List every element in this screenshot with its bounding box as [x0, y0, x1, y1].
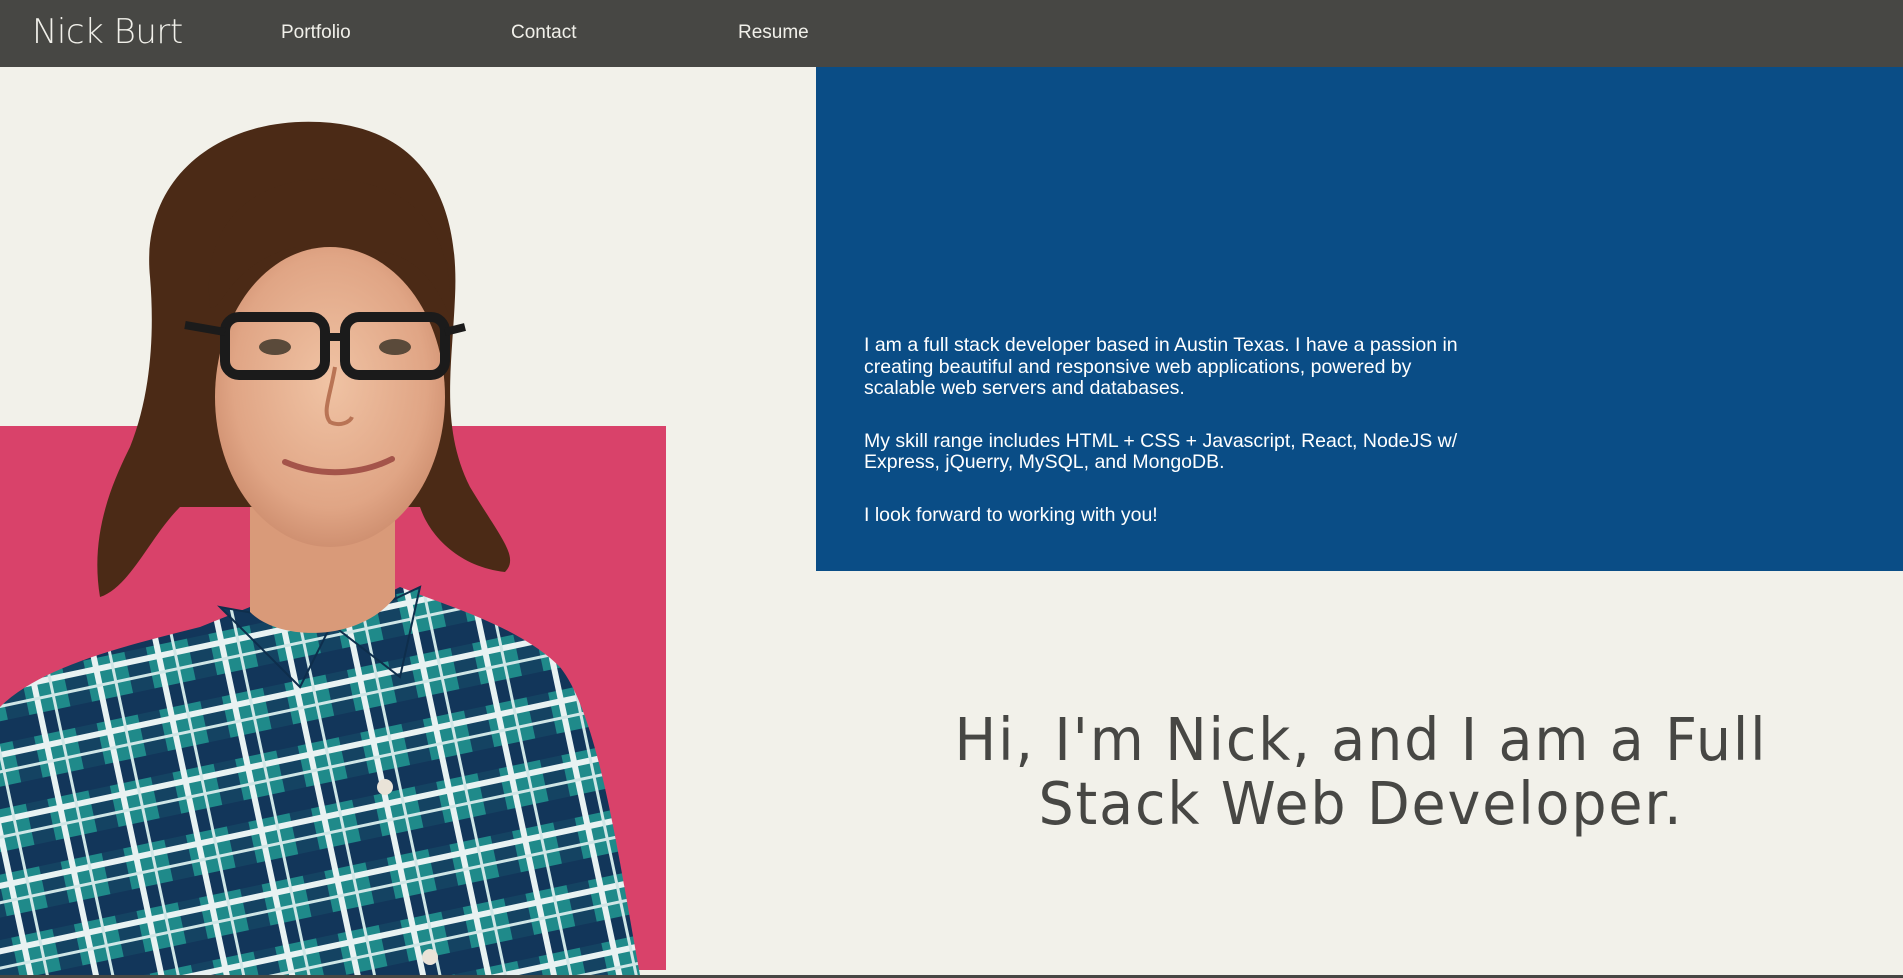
hero-section: I am a full stack developer based in Aus…	[0, 67, 1903, 975]
brand-logo-link[interactable]: Nick Burt	[32, 12, 183, 52]
nav-link-portfolio[interactable]: Portfolio	[281, 22, 351, 44]
top-navbar: Nick Burt Portfolio Contact Resume	[0, 0, 1903, 67]
nav-link-contact[interactable]: Contact	[511, 22, 576, 44]
hero-headline: Hi, I'm Nick, and I am a Full Stack Web …	[954, 705, 1768, 838]
about-paragraph-closing: I look forward to working with you!	[864, 503, 1158, 526]
about-text: I am a full stack developer based in Aus…	[864, 334, 1484, 557]
about-paragraph-intro: I am a full stack developer based in Aus…	[864, 334, 1458, 399]
about-panel: I am a full stack developer based in Aus…	[816, 67, 1903, 571]
about-paragraph-skills: My skill range includes HTML + CSS + Jav…	[864, 429, 1458, 473]
portrait-photo	[0, 121, 640, 975]
nav-link-resume[interactable]: Resume	[738, 22, 809, 44]
